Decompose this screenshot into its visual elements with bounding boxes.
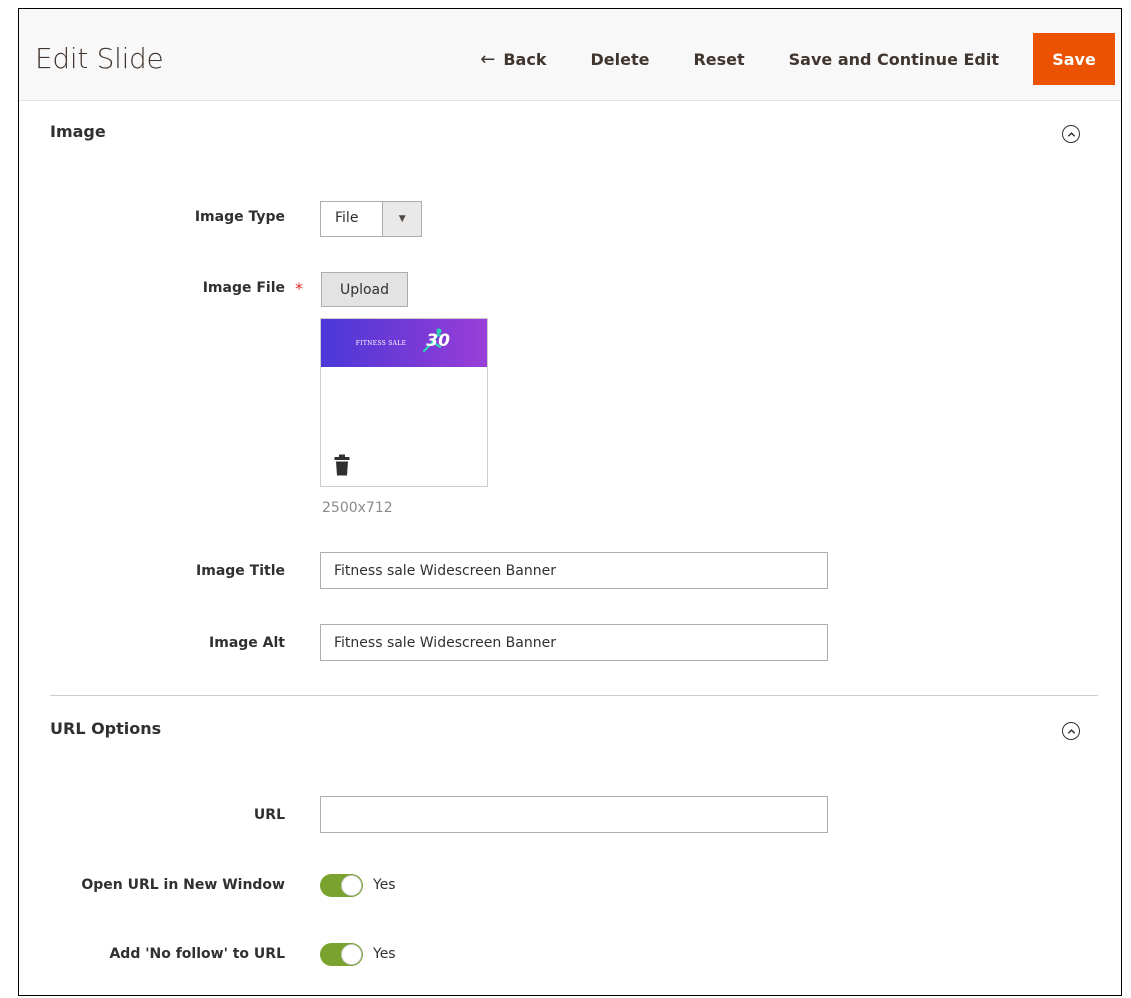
toggle-knob bbox=[341, 875, 362, 896]
image-type-label: Image Type bbox=[194, 209, 285, 225]
url-input[interactable] bbox=[320, 796, 828, 833]
image-type-value: File bbox=[335, 210, 359, 226]
no-follow-label: Add 'No follow' to URL bbox=[109, 946, 285, 962]
image-title-label: Image Title bbox=[196, 563, 285, 579]
url-options-section-title[interactable]: URL Options bbox=[50, 719, 161, 738]
image-section-title[interactable]: Image bbox=[50, 122, 106, 141]
upload-button[interactable]: Upload bbox=[321, 272, 408, 307]
back-button-label: Back bbox=[503, 49, 547, 69]
url-label: URL bbox=[253, 807, 285, 823]
page-header: Edit Slide ← Back Delete Reset Save and … bbox=[19, 9, 1121, 101]
image-file-label: Image File bbox=[202, 280, 285, 296]
open-new-window-toggle[interactable] bbox=[320, 874, 363, 897]
caret-down-icon: ▼ bbox=[382, 202, 421, 236]
section-divider bbox=[50, 695, 1098, 696]
image-title-input[interactable] bbox=[320, 552, 828, 589]
collapse-up-icon[interactable] bbox=[1062, 125, 1080, 143]
image-dimensions: 2500x712 bbox=[322, 500, 393, 516]
delete-button[interactable]: Delete bbox=[568, 33, 671, 85]
no-follow-state: Yes bbox=[373, 946, 396, 962]
toggle-knob bbox=[341, 944, 362, 965]
required-marker: * bbox=[295, 279, 303, 298]
save-and-continue-button[interactable]: Save and Continue Edit bbox=[767, 33, 1021, 85]
back-button[interactable]: ← Back bbox=[458, 33, 568, 85]
open-new-window-label: Open URL in New Window bbox=[81, 877, 285, 893]
banner-text: FITNESS SALE bbox=[355, 339, 407, 347]
collapse-up-icon[interactable] bbox=[1062, 722, 1080, 740]
image-alt-label: Image Alt bbox=[209, 635, 285, 651]
open-new-window-state: Yes bbox=[373, 877, 396, 893]
image-type-select[interactable]: File ▼ bbox=[320, 201, 422, 237]
no-follow-toggle[interactable] bbox=[320, 943, 363, 966]
arrow-left-icon: ← bbox=[480, 48, 496, 70]
edit-slide-page: Edit Slide ← Back Delete Reset Save and … bbox=[18, 8, 1122, 996]
trash-icon[interactable] bbox=[334, 454, 350, 476]
banner-discount-number: 30 bbox=[426, 331, 450, 351]
page-actions: ← Back Delete Reset Save and Continue Ed… bbox=[458, 33, 1115, 85]
page-title: Edit Slide bbox=[35, 42, 164, 75]
save-button[interactable]: Save bbox=[1033, 33, 1115, 85]
runner-figure-icon: 30 bbox=[412, 325, 452, 361]
preview-banner-image: FITNESS SALE 30 bbox=[321, 319, 487, 367]
image-preview[interactable]: FITNESS SALE 30 bbox=[320, 318, 488, 487]
image-alt-input[interactable] bbox=[320, 624, 828, 661]
reset-button[interactable]: Reset bbox=[671, 33, 766, 85]
